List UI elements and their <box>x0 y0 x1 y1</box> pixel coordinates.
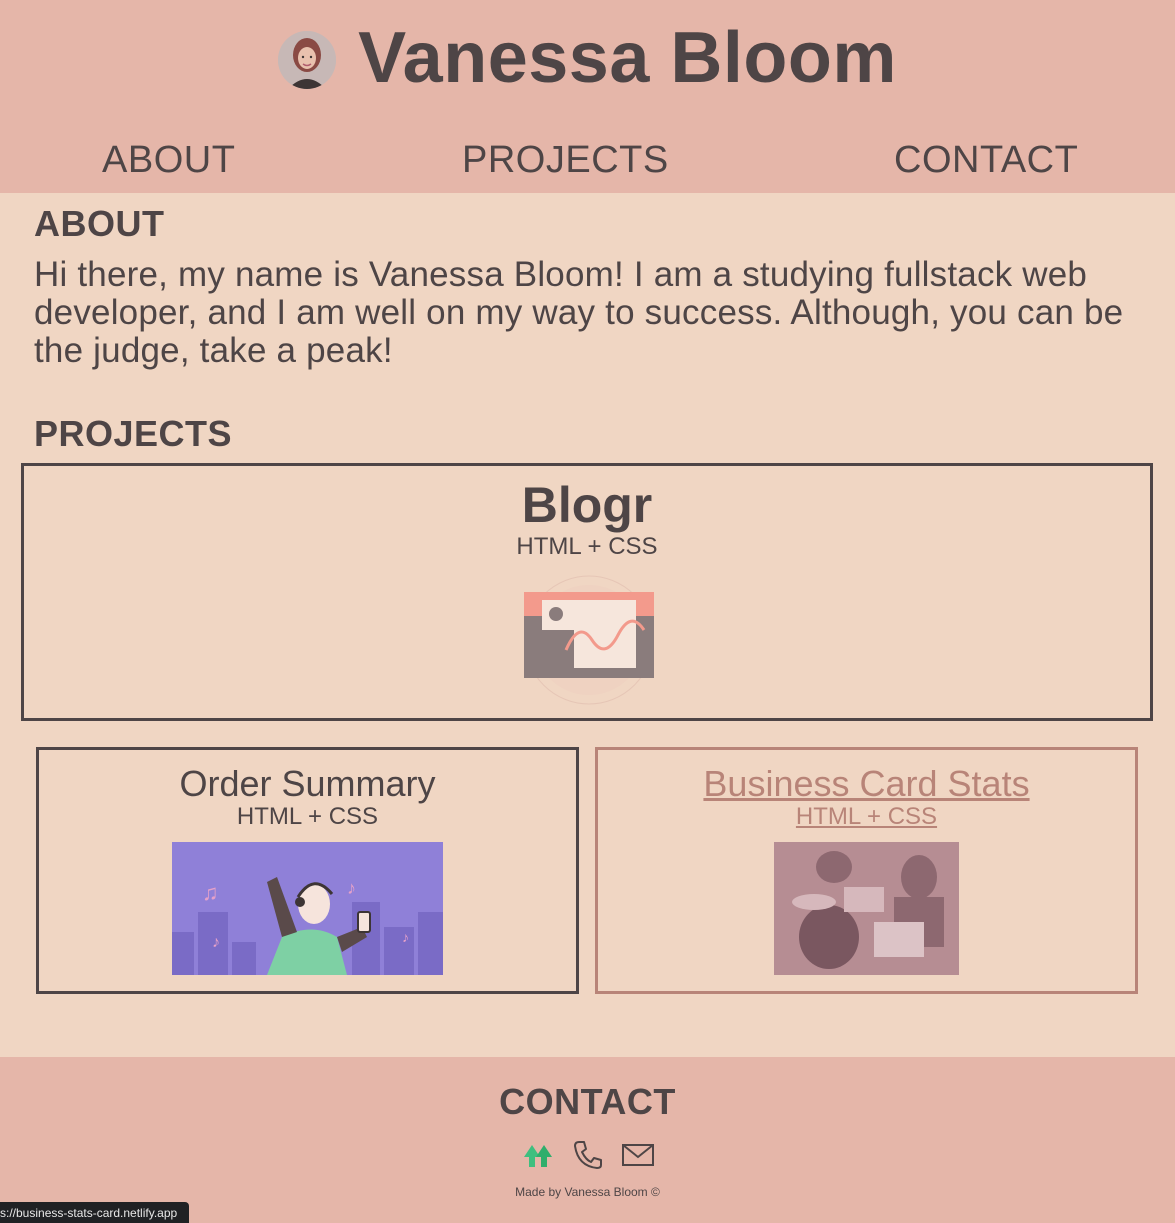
projects-heading: PROJECTS <box>34 413 233 454</box>
project-tech: HTML + CSS <box>236 803 379 830</box>
mail-icon[interactable] <box>620 1137 656 1173</box>
project-card-blogr[interactable]: Blogr HTML + CSS <box>21 463 1153 721</box>
site-title: Vanessa Bloom <box>358 18 897 98</box>
site-footer: CONTACT Made by Vanessa Bloom © <box>0 1057 1175 1223</box>
music-illustration-icon: ♫ ♪ ♪ ♪ <box>172 842 443 975</box>
project-title-link[interactable]: Business Card Stats <box>598 764 1135 804</box>
project-card-business-card-stats[interactable]: Business Card Stats HTML + CSS <box>595 747 1138 994</box>
status-bar-url: s://business-stats-card.netlify.app <box>0 1202 190 1223</box>
contact-icons <box>0 1137 1175 1173</box>
contact-heading: CONTACT <box>499 1081 676 1122</box>
about-heading: ABOUT <box>34 203 165 244</box>
project-title: Blogr <box>521 477 653 533</box>
avatar <box>278 31 337 89</box>
footer-credit: Made by Vanessa Bloom © <box>515 1185 660 1199</box>
svg-text:♪: ♪ <box>402 929 409 945</box>
brand: Vanessa Bloom <box>0 18 1175 98</box>
nav-link-contact[interactable]: CONTACT <box>894 138 1078 182</box>
phone-icon[interactable] <box>570 1137 606 1173</box>
svg-text:♪: ♪ <box>212 934 220 951</box>
project-tech: HTML + CSS <box>516 533 658 560</box>
blogr-illustration-icon <box>524 575 654 705</box>
svg-text:♫: ♫ <box>202 880 219 905</box>
office-photo-icon <box>774 842 959 975</box>
main-nav: ABOUT PROJECTS CONTACT <box>0 138 1175 182</box>
svg-text:♪: ♪ <box>347 878 356 898</box>
nav-link-projects[interactable]: PROJECTS <box>462 138 669 182</box>
about-text: Hi there, my name is Vanessa Bloom! I am… <box>34 255 1124 370</box>
nav-link-about[interactable]: ABOUT <box>102 138 235 182</box>
upwork-icon[interactable] <box>520 1137 556 1173</box>
project-tech-link[interactable]: HTML + CSS <box>598 804 1135 830</box>
project-title: Order Summary <box>179 763 436 804</box>
site-header: Vanessa Bloom ABOUT PROJECTS CONTACT <box>0 0 1175 193</box>
project-card-order-summary[interactable]: Order Summary HTML + CSS ♫ ♪ ♪ ♪ <box>36 747 579 994</box>
